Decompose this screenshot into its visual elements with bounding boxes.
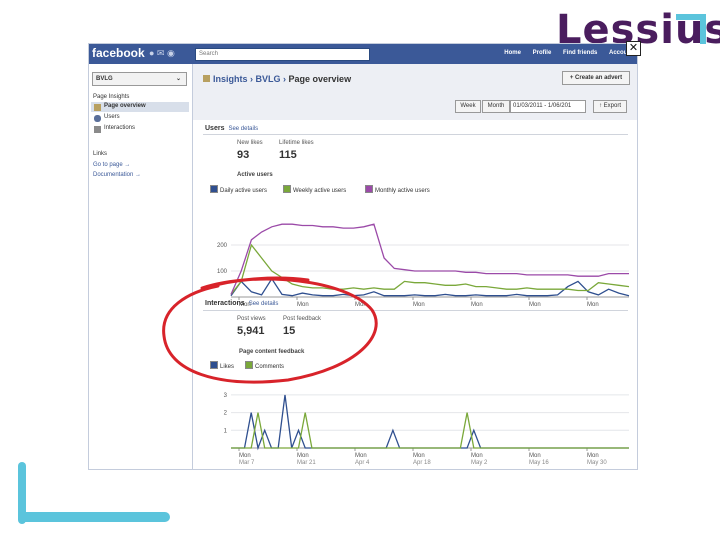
- legend-daily-label: Daily active users: [220, 188, 268, 194]
- feedback-chart: 123MonMar 7MonMar 21MonApr 4MonApr 18Mon…: [224, 393, 629, 466]
- corner-accent-bottom-horizontal: [18, 512, 170, 522]
- x-tick-label: Mon: [413, 453, 425, 459]
- breadcrumb-page[interactable]: BVLG: [256, 74, 281, 84]
- page-selector-label: BVLG: [96, 76, 113, 82]
- close-icon[interactable]: ✕: [626, 41, 641, 56]
- screenshot-window: facebook ● ✉ ◉ Search Home Profile Find …: [88, 43, 638, 470]
- lifetime-likes-label: Lifetime likes: [279, 140, 314, 146]
- users-icon: [94, 115, 101, 122]
- nav-home[interactable]: Home: [504, 50, 521, 56]
- lifetime-likes-value: 115: [279, 149, 297, 161]
- x-tick-label: Mon: [529, 302, 541, 308]
- new-likes-label: New likes: [237, 140, 263, 146]
- x-tick-label: May 2: [471, 460, 488, 466]
- main-content: Insights › BVLG › Page overview + Create…: [192, 64, 637, 469]
- checkbox-icon: [283, 185, 291, 193]
- page-selector[interactable]: BVLG ⌄: [92, 72, 187, 86]
- y-tick-label: 1: [224, 428, 228, 434]
- sidebar-item-interactions[interactable]: Interactions: [104, 125, 135, 131]
- facebook-logo[interactable]: facebook: [92, 46, 145, 60]
- facebook-topbar: facebook ● ✉ ◉ Search Home Profile Find …: [89, 44, 637, 64]
- range-week-button[interactable]: Week: [455, 100, 481, 113]
- x-tick-label: May 16: [529, 460, 549, 466]
- corner-accent-top-vertical: [700, 14, 706, 44]
- date-range-input[interactable]: 01/03/2011 - 1/06/201: [510, 100, 586, 113]
- x-tick-label: Mar 21: [297, 460, 316, 466]
- nav-find-friends[interactable]: Find friends: [563, 50, 597, 56]
- breadcrumb: Insights › BVLG › Page overview: [203, 74, 351, 84]
- link-documentation[interactable]: Documentation →: [93, 172, 141, 178]
- x-tick-label: Apr 18: [413, 460, 431, 466]
- legend-weekly[interactable]: Weekly active users: [283, 185, 346, 194]
- users-section-title: Users See details: [205, 125, 258, 132]
- x-tick-label: Mon: [471, 302, 483, 308]
- x-tick-label: Mon: [587, 302, 599, 308]
- x-tick-label: Mon: [239, 453, 251, 459]
- red-annotation-circle: [162, 276, 378, 384]
- insights-icon: [203, 75, 210, 82]
- checkbox-icon: [365, 185, 373, 193]
- link-go-to-page[interactable]: Go to page →: [93, 162, 130, 168]
- y-tick-label: 3: [224, 393, 228, 399]
- checkbox-icon: [210, 185, 218, 193]
- create-advert-button[interactable]: + Create an advert: [562, 71, 630, 85]
- sidebar: BVLG ⌄ Page Insights Page overview Users …: [89, 64, 191, 469]
- insights-icon: [94, 104, 101, 111]
- nav-profile[interactable]: Profile: [533, 50, 552, 56]
- top-nav: Home Profile Find friends Account: [494, 50, 633, 56]
- breadcrumb-insights[interactable]: Insights: [213, 74, 248, 84]
- legend-weekly-label: Weekly active users: [293, 188, 347, 194]
- x-tick-label: Mon: [587, 453, 599, 459]
- legend-monthly[interactable]: Monthly active users: [365, 185, 430, 194]
- x-tick-label: Apr 4: [355, 460, 370, 466]
- sidebar-section-title: Page Insights: [93, 94, 130, 100]
- x-tick-label: Mon: [413, 302, 425, 308]
- x-tick-label: Mon: [529, 453, 541, 459]
- y-tick-label: 2: [224, 411, 228, 417]
- sidebar-links-title: Links: [93, 151, 108, 157]
- range-month-button[interactable]: Month: [482, 100, 510, 113]
- interactions-icon: [94, 126, 101, 133]
- notification-icons[interactable]: ● ✉ ◉: [149, 48, 175, 59]
- x-tick-label: Mon: [355, 453, 367, 459]
- search-input[interactable]: Search: [195, 48, 370, 61]
- users-title: Users: [205, 125, 225, 132]
- x-tick-label: Mon: [297, 453, 309, 459]
- chevron-down-icon: ⌄: [175, 76, 181, 82]
- y-tick-label: 200: [217, 243, 228, 249]
- breadcrumb-current: Page overview: [288, 74, 352, 84]
- sidebar-item-users[interactable]: Users: [104, 114, 120, 120]
- users-see-details-link[interactable]: See details: [228, 126, 258, 132]
- export-button[interactable]: ↑ Export: [593, 100, 627, 113]
- x-tick-label: Mar 7: [239, 460, 255, 466]
- active-users-label: Active users: [237, 172, 273, 178]
- series-line-0: [231, 394, 629, 451]
- x-tick-label: May 30: [587, 460, 607, 466]
- legend-monthly-label: Monthly active users: [375, 188, 430, 194]
- annotation-stroke: [162, 276, 378, 384]
- x-tick-label: Mon: [471, 453, 483, 459]
- new-likes-value: 93: [237, 149, 250, 161]
- legend-daily[interactable]: Daily active users: [210, 185, 267, 194]
- divider: [203, 134, 628, 135]
- sidebar-item-page-overview[interactable]: Page overview: [104, 103, 146, 109]
